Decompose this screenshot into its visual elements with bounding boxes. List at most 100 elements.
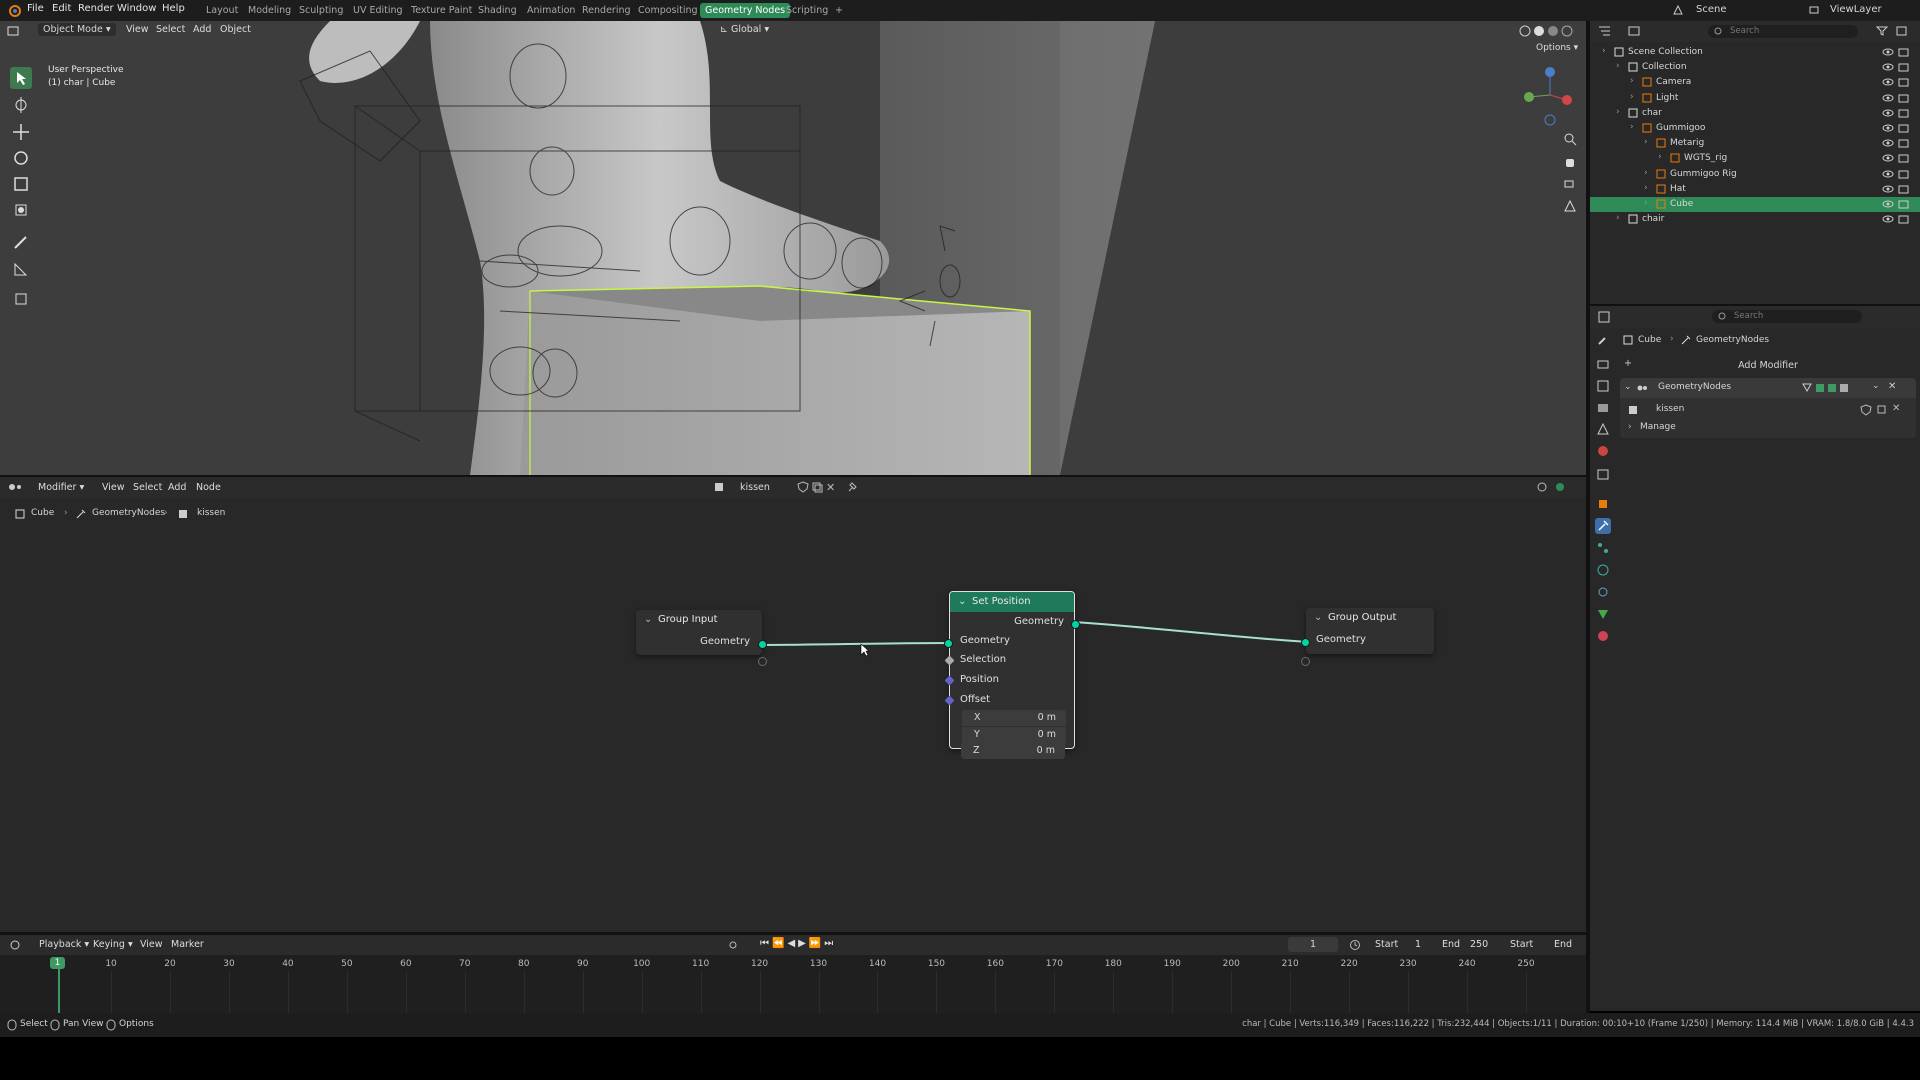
expand-chevron-icon[interactable]: ›: [1616, 61, 1620, 71]
cursor-tool-icon[interactable]: [10, 94, 32, 116]
filter-icon[interactable]: [1876, 26, 1888, 36]
add-modifier-button[interactable]: + Add Modifier: [1620, 357, 1916, 375]
properties-editor[interactable]: Search Cube › GeometryNodes + Add Modifi…: [1590, 306, 1920, 1011]
world-tab-icon[interactable]: [1595, 443, 1611, 459]
select-box-tool-icon[interactable]: [10, 67, 32, 89]
expand-chevron-icon[interactable]: ›: [1644, 183, 1648, 193]
outliner-row-gummigoo[interactable]: › Gummigoo: [1590, 121, 1920, 136]
remove-modifier-close-icon[interactable]: ✕: [1888, 381, 1896, 392]
scene-tab-icon[interactable]: [1595, 421, 1611, 437]
new-collection-icon[interactable]: [1896, 26, 1908, 36]
visibility-eye-icon[interactable]: [1882, 138, 1894, 148]
tab-rendering[interactable]: Rendering: [577, 3, 636, 18]
visibility-eye-icon[interactable]: [1882, 184, 1894, 194]
tab-sculpting[interactable]: Sculpting: [294, 3, 348, 18]
visibility-eye-icon[interactable]: [1882, 108, 1894, 118]
tab-uv-editing[interactable]: UV Editing: [348, 3, 408, 18]
playhead-frame-badge[interactable]: 1: [50, 957, 65, 969]
group-input-node[interactable]: ⌄ Group Input Geometry: [636, 610, 767, 666]
render-camera-icon[interactable]: [1898, 62, 1910, 72]
render-properties-tab-icon[interactable]: [1595, 356, 1611, 372]
unlink-close-icon[interactable]: ✕: [1892, 403, 1900, 414]
render-camera-icon[interactable]: [1898, 169, 1910, 179]
properties-search-input[interactable]: Search: [1712, 310, 1862, 323]
expand-chevron-icon[interactable]: ›: [1644, 137, 1648, 147]
tab-animation[interactable]: Animation: [522, 3, 580, 18]
render-camera-icon[interactable]: [1898, 47, 1910, 57]
area-divider[interactable]: [0, 475, 1586, 477]
expand-chevron-icon[interactable]: ›: [1644, 198, 1648, 208]
outliner-row-metarig[interactable]: › Metarig: [1590, 136, 1920, 151]
measure-tool-icon[interactable]: [10, 258, 32, 280]
offset-y-field[interactable]: Y 0 m: [962, 727, 1066, 743]
visibility-eye-icon[interactable]: [1882, 123, 1894, 133]
set-position-node[interactable]: ⌄ Set Position Geometry Geometry Selectio…: [944, 591, 1080, 749]
tab-shading[interactable]: Shading: [473, 3, 522, 18]
viewport-options-button[interactable]: Options ▾: [1536, 43, 1578, 53]
manage-subpanel[interactable]: › Manage: [1628, 421, 1912, 436]
visibility-eye-icon[interactable]: [1882, 93, 1894, 103]
pan-hand-icon[interactable]: [1563, 155, 1577, 169]
transform-tool-icon[interactable]: [10, 199, 32, 221]
visibility-eye-icon[interactable]: [1882, 199, 1894, 209]
offset-z-field[interactable]: Z 0 m: [961, 743, 1065, 759]
duplicate-icon[interactable]: [1876, 404, 1888, 416]
group-output-empty-socket[interactable]: [1301, 657, 1310, 666]
view-layer-tab-icon[interactable]: [1595, 400, 1611, 416]
move-tool-icon[interactable]: [10, 121, 32, 143]
outliner-row-gummigoo-rig[interactable]: › Gummigoo Rig: [1590, 167, 1920, 182]
particles-tab-icon[interactable]: [1595, 540, 1611, 556]
output-properties-tab-icon[interactable]: [1595, 378, 1611, 394]
modifier-panel-header[interactable]: ⌄ GeometryNodes ⌄ ✕: [1620, 378, 1916, 398]
render-camera-icon[interactable]: [1898, 123, 1910, 133]
tab-geometry-nodes[interactable]: Geometry Nodes: [700, 3, 791, 18]
annotate-tool-icon[interactable]: [10, 231, 32, 253]
collection-tab-icon[interactable]: [1595, 466, 1611, 482]
viewport-menu-select[interactable]: Select: [156, 24, 185, 35]
expand-chevron-icon[interactable]: ›: [1628, 422, 1632, 432]
menu-help[interactable]: Help: [162, 3, 185, 14]
render-camera-icon[interactable]: [1898, 214, 1910, 224]
tab-layout[interactable]: Layout: [201, 3, 243, 18]
object-tab-icon[interactable]: [1595, 496, 1611, 512]
outliner-row-char[interactable]: › char: [1590, 106, 1920, 121]
collapse-chevron-icon[interactable]: ⌄: [644, 610, 652, 630]
physics-tab-icon[interactable]: [1595, 562, 1611, 578]
outliner-row-chair[interactable]: › chair: [1590, 212, 1920, 227]
outliner-row-wgts-rig[interactable]: › WGTS_rig: [1590, 151, 1920, 166]
tool-properties-tab-icon[interactable]: [1595, 332, 1611, 348]
visibility-eye-icon[interactable]: [1882, 169, 1894, 179]
dropdown-chevron-icon[interactable]: ⌄: [1872, 381, 1880, 391]
offset-x-field[interactable]: X 0 m: [962, 710, 1066, 726]
transform-orientation-select[interactable]: ⊾ Global ▾: [720, 24, 769, 35]
properties-type-icon[interactable]: [1598, 311, 1612, 323]
add-cube-tool-icon[interactable]: [10, 287, 32, 309]
outliner-type-icon[interactable]: [1598, 25, 1612, 37]
outliner-row-scene-collection[interactable]: › Scene Collection: [1590, 45, 1920, 60]
collapse-chevron-icon[interactable]: ⌄: [1624, 382, 1632, 392]
group-input-empty-socket[interactable]: [758, 657, 767, 666]
render-camera-icon[interactable]: [1898, 93, 1910, 103]
area-divider[interactable]: [1590, 304, 1920, 306]
set-position-geometry-input-socket[interactable]: [944, 639, 953, 648]
collapse-chevron-icon[interactable]: ⌄: [1314, 608, 1322, 628]
menu-edit[interactable]: Edit: [52, 3, 71, 14]
expand-chevron-icon[interactable]: ›: [1630, 92, 1634, 102]
group-input-title[interactable]: ⌄ Group Input: [636, 610, 762, 630]
3d-viewport[interactable]: [0, 21, 1586, 475]
ortho-grid-icon[interactable]: [1563, 199, 1577, 213]
zoom-icon[interactable]: [1563, 132, 1577, 146]
node-group-name-field[interactable]: kissen: [1656, 404, 1684, 414]
visibility-eye-icon[interactable]: [1882, 77, 1894, 87]
expand-chevron-icon[interactable]: ›: [1630, 76, 1634, 86]
tab-modeling[interactable]: Modeling: [243, 3, 296, 18]
visibility-eye-icon[interactable]: [1882, 47, 1894, 57]
render-camera-icon[interactable]: [1898, 153, 1910, 163]
add-workspace-button[interactable]: +: [830, 3, 848, 18]
set-position-geometry-output-socket[interactable]: [1071, 620, 1080, 629]
group-output-geometry-socket[interactable]: [1301, 638, 1310, 647]
editor-type-icon[interactable]: [6, 24, 20, 38]
menu-window[interactable]: Window: [117, 3, 156, 14]
group-output-title[interactable]: ⌄ Group Output: [1306, 608, 1434, 628]
group-input-geometry-socket[interactable]: [758, 640, 767, 649]
